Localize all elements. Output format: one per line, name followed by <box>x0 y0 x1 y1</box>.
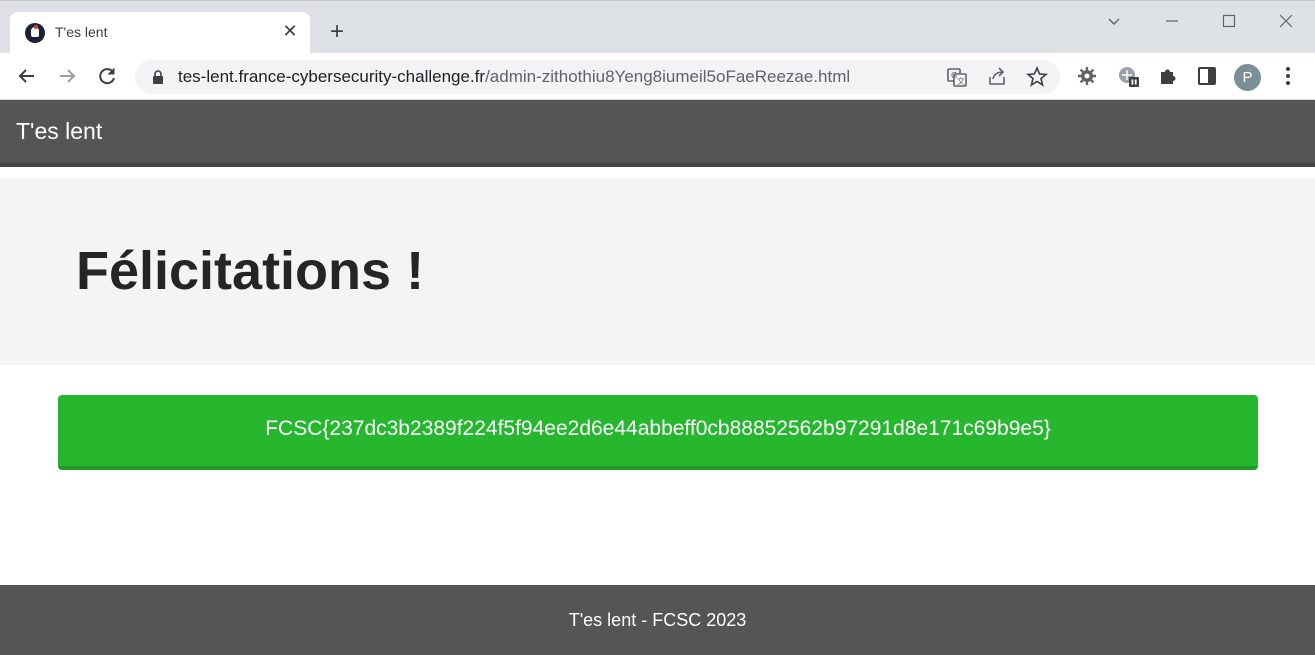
address-bar[interactable]: tes-lent.france-cybersecurity-challenge.… <box>135 60 1060 94</box>
arrow-right-icon <box>60 69 76 83</box>
footer-text: T'es lent - FCSC 2023 <box>568 610 747 630</box>
close-tab-icon[interactable]: ✕ <box>280 21 300 41</box>
url-path: /admin-zithothiu8Yeng8iumeil5oFaeReezae.… <box>485 67 851 86</box>
arrow-left-icon <box>18 69 34 83</box>
reload-icon <box>99 68 115 85</box>
flag-text: FCSC{237dc3b2389f224f5f94ee2d6e44abbeff0… <box>265 417 1051 440</box>
minimize-icon <box>1166 20 1178 22</box>
profile-avatar[interactable]: P <box>1234 64 1261 91</box>
side-panel-icon[interactable] <box>1196 65 1218 87</box>
browser-toolbar: tes-lent.france-cybersecurity-challenge.… <box>0 53 1315 100</box>
tab-title: T'es lent <box>55 24 108 40</box>
extension-gear-icon[interactable] <box>1076 65 1098 87</box>
maximize-icon <box>1222 14 1236 28</box>
new-tab-button[interactable]: + <box>325 20 349 44</box>
url-host: tes-lent.france-cybersecurity-challenge.… <box>178 67 486 86</box>
site-favicon-icon <box>25 23 45 43</box>
forward-button[interactable] <box>54 63 80 89</box>
translate-icon[interactable]: G 文 <box>946 66 968 88</box>
svg-text:文: 文 <box>957 76 965 86</box>
lock-icon[interactable] <box>152 70 164 84</box>
site-footer: T'es lent - FCSC 2023 <box>0 585 1315 655</box>
browser-tab[interactable]: T'es lent ✕ <box>10 12 310 54</box>
extensions-puzzle-icon[interactable] <box>1157 65 1179 87</box>
maximize-button[interactable] <box>1209 7 1249 35</box>
minimize-button[interactable] <box>1152 7 1192 35</box>
site-brand[interactable]: T'es lent <box>16 118 102 145</box>
site-navbar: T'es lent <box>0 100 1315 167</box>
close-icon <box>1279 14 1293 28</box>
bookmark-star-icon[interactable] <box>1026 66 1048 88</box>
kebab-menu-icon[interactable] <box>1277 65 1299 87</box>
close-window-button[interactable] <box>1266 7 1306 35</box>
url-text[interactable]: tes-lent.france-cybersecurity-challenge.… <box>178 67 850 87</box>
chevron-down-icon <box>1108 18 1120 25</box>
tab-search-button[interactable] <box>1094 7 1134 35</box>
share-icon[interactable] <box>986 66 1008 88</box>
extension-paused-icon[interactable] <box>1117 65 1139 87</box>
reload-button[interactable] <box>94 63 120 89</box>
page-title: Félicitations ! <box>76 241 425 301</box>
hero-banner: Félicitations ! <box>0 178 1315 365</box>
back-button[interactable] <box>14 63 40 89</box>
flag-alert: FCSC{237dc3b2389f224f5f94ee2d6e44abbeff0… <box>58 395 1258 470</box>
browser-tabstrip: T'es lent ✕ + <box>0 0 1315 54</box>
